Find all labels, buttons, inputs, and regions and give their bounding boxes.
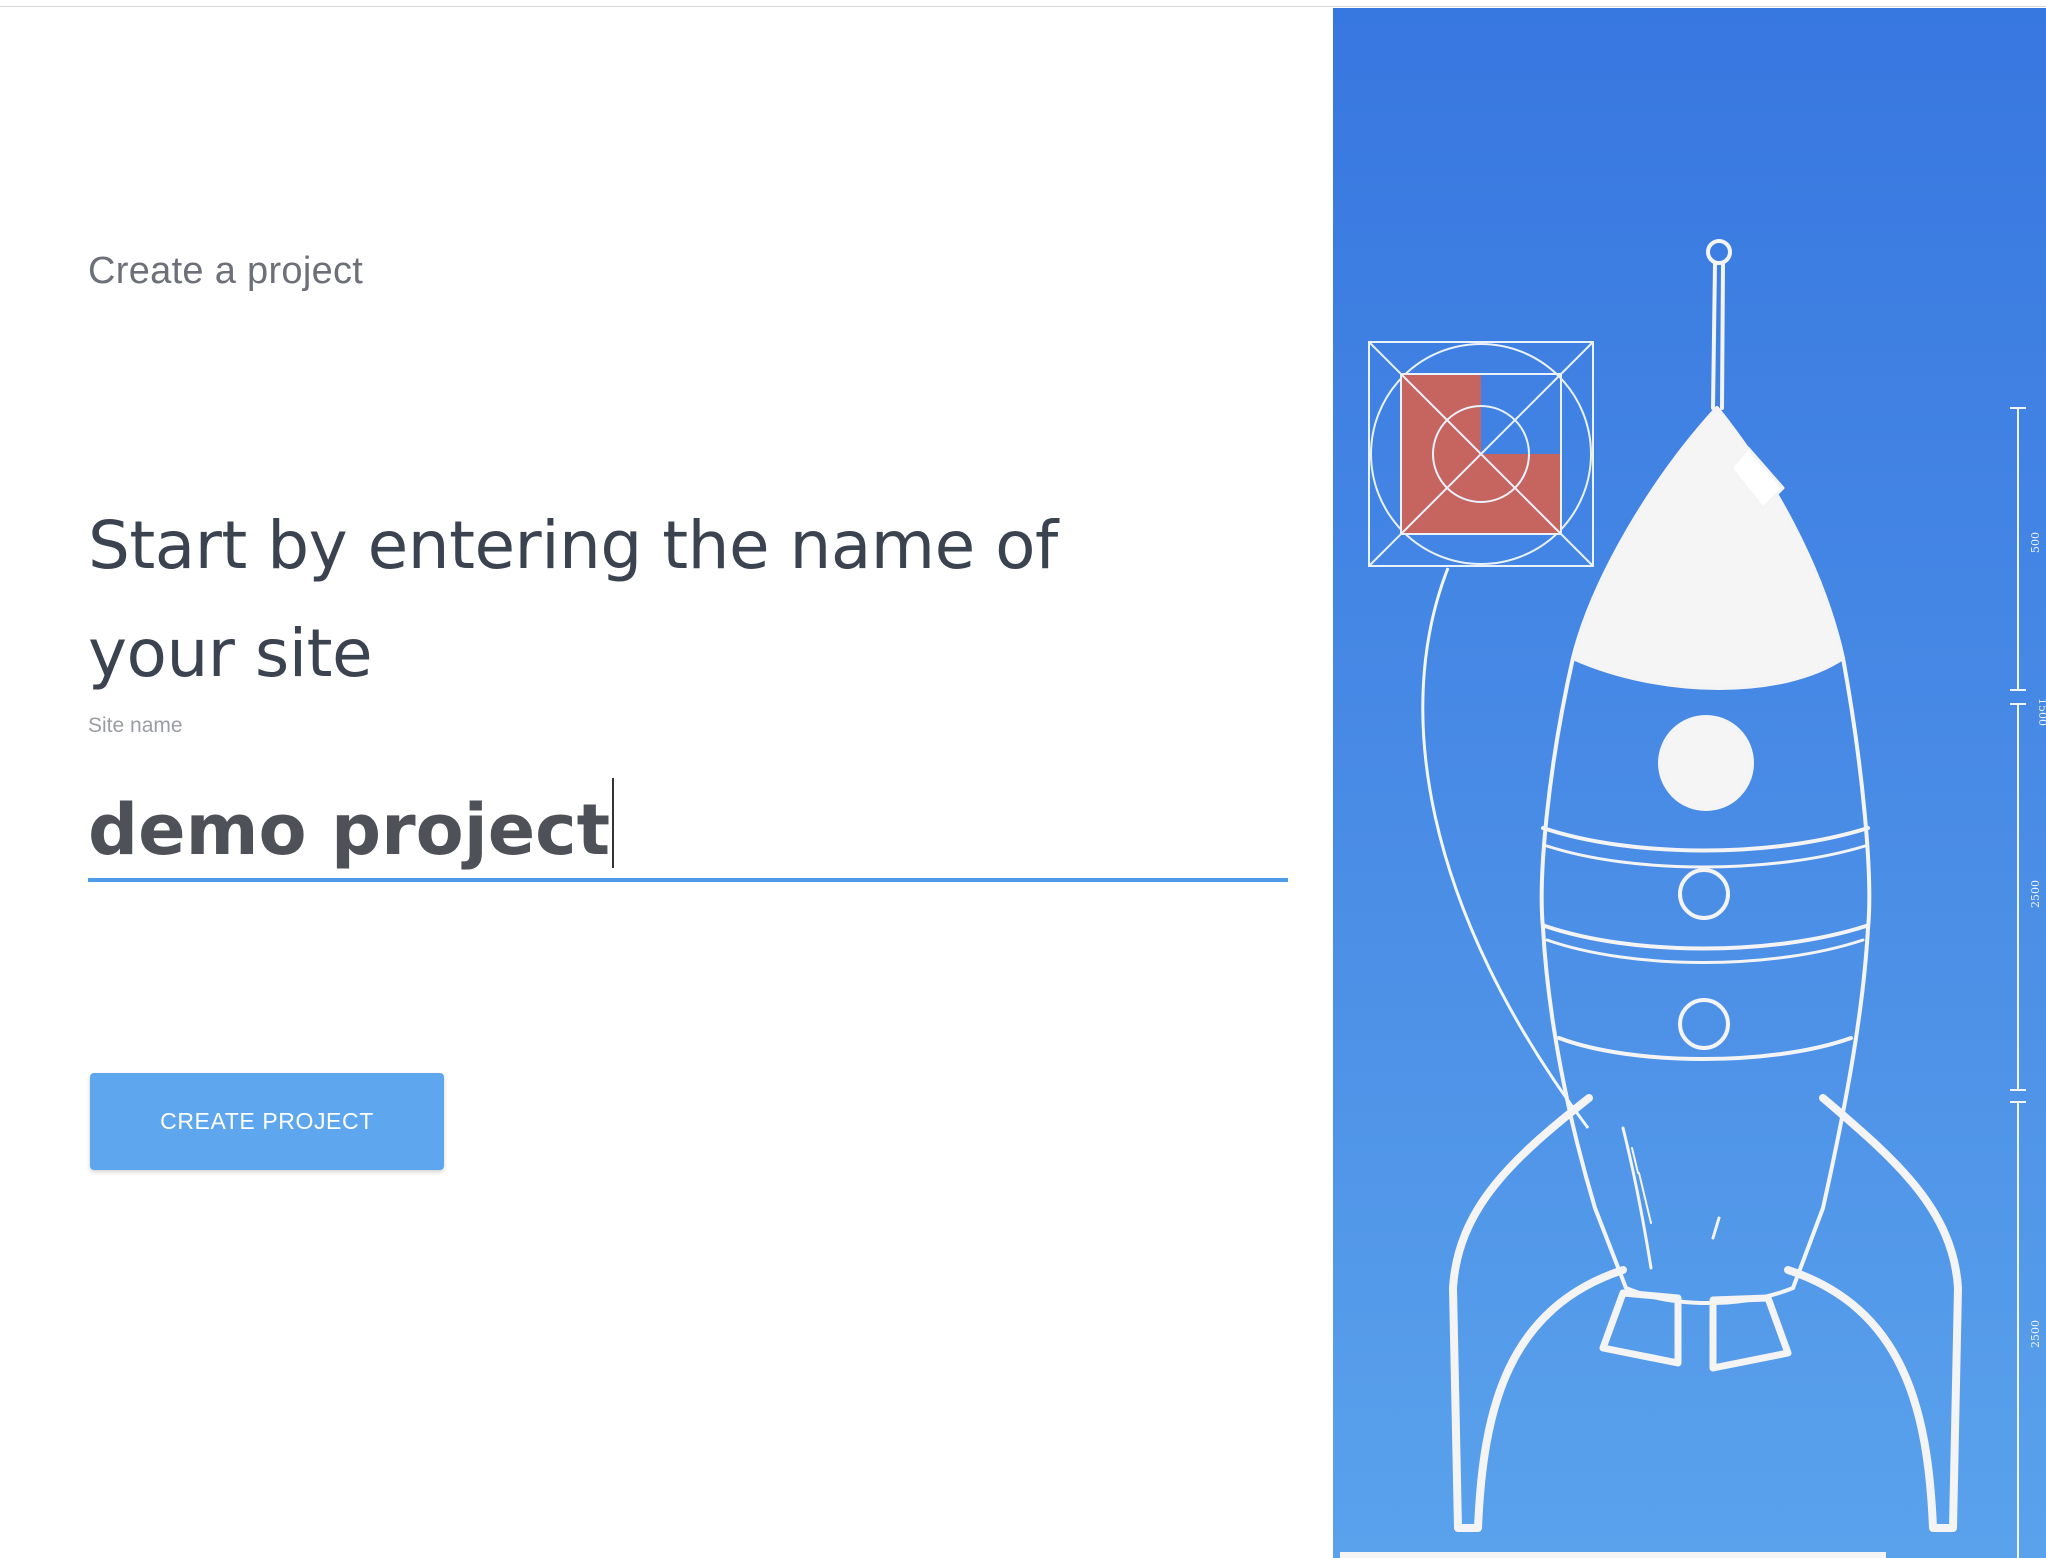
text-caret [612, 778, 615, 868]
dimension-label-500: 500 [2029, 532, 2042, 553]
site-name-input-wrap[interactable]: demo project [88, 778, 615, 871]
site-name-input[interactable]: demo project [88, 768, 1288, 882]
create-project-button[interactable]: CREATE PROJECT [90, 1073, 444, 1170]
illustration-panel: 500 1500 2500 2500 [1333, 8, 2046, 1558]
site-name-label: Site name [88, 714, 183, 737]
form-pane: Create a project Start by entering the n… [0, 8, 1333, 1558]
page-eyebrow: Create a project [88, 250, 364, 292]
logo-construction-icon [1368, 341, 1594, 567]
dimension-label-2500-a: 2500 [2029, 880, 2042, 908]
rocket-icon [1449, 239, 1962, 1532]
dimension-label-2500-b: 2500 [2029, 1320, 2042, 1348]
window-top-border [0, 0, 2046, 7]
dimension-scale [2010, 407, 2026, 1558]
bottom-strip [1340, 1552, 1886, 1558]
dimension-labels: 500 1500 2500 2500 [2029, 532, 2046, 1348]
tether-line [1421, 567, 1590, 1129]
site-name-value[interactable]: demo project [88, 789, 610, 871]
dimension-label-1500: 1500 [2036, 698, 2046, 726]
page-headline: Start by entering the name of your site [88, 507, 1058, 693]
rocket-illustration: 500 1500 2500 2500 [1368, 239, 2046, 1558]
